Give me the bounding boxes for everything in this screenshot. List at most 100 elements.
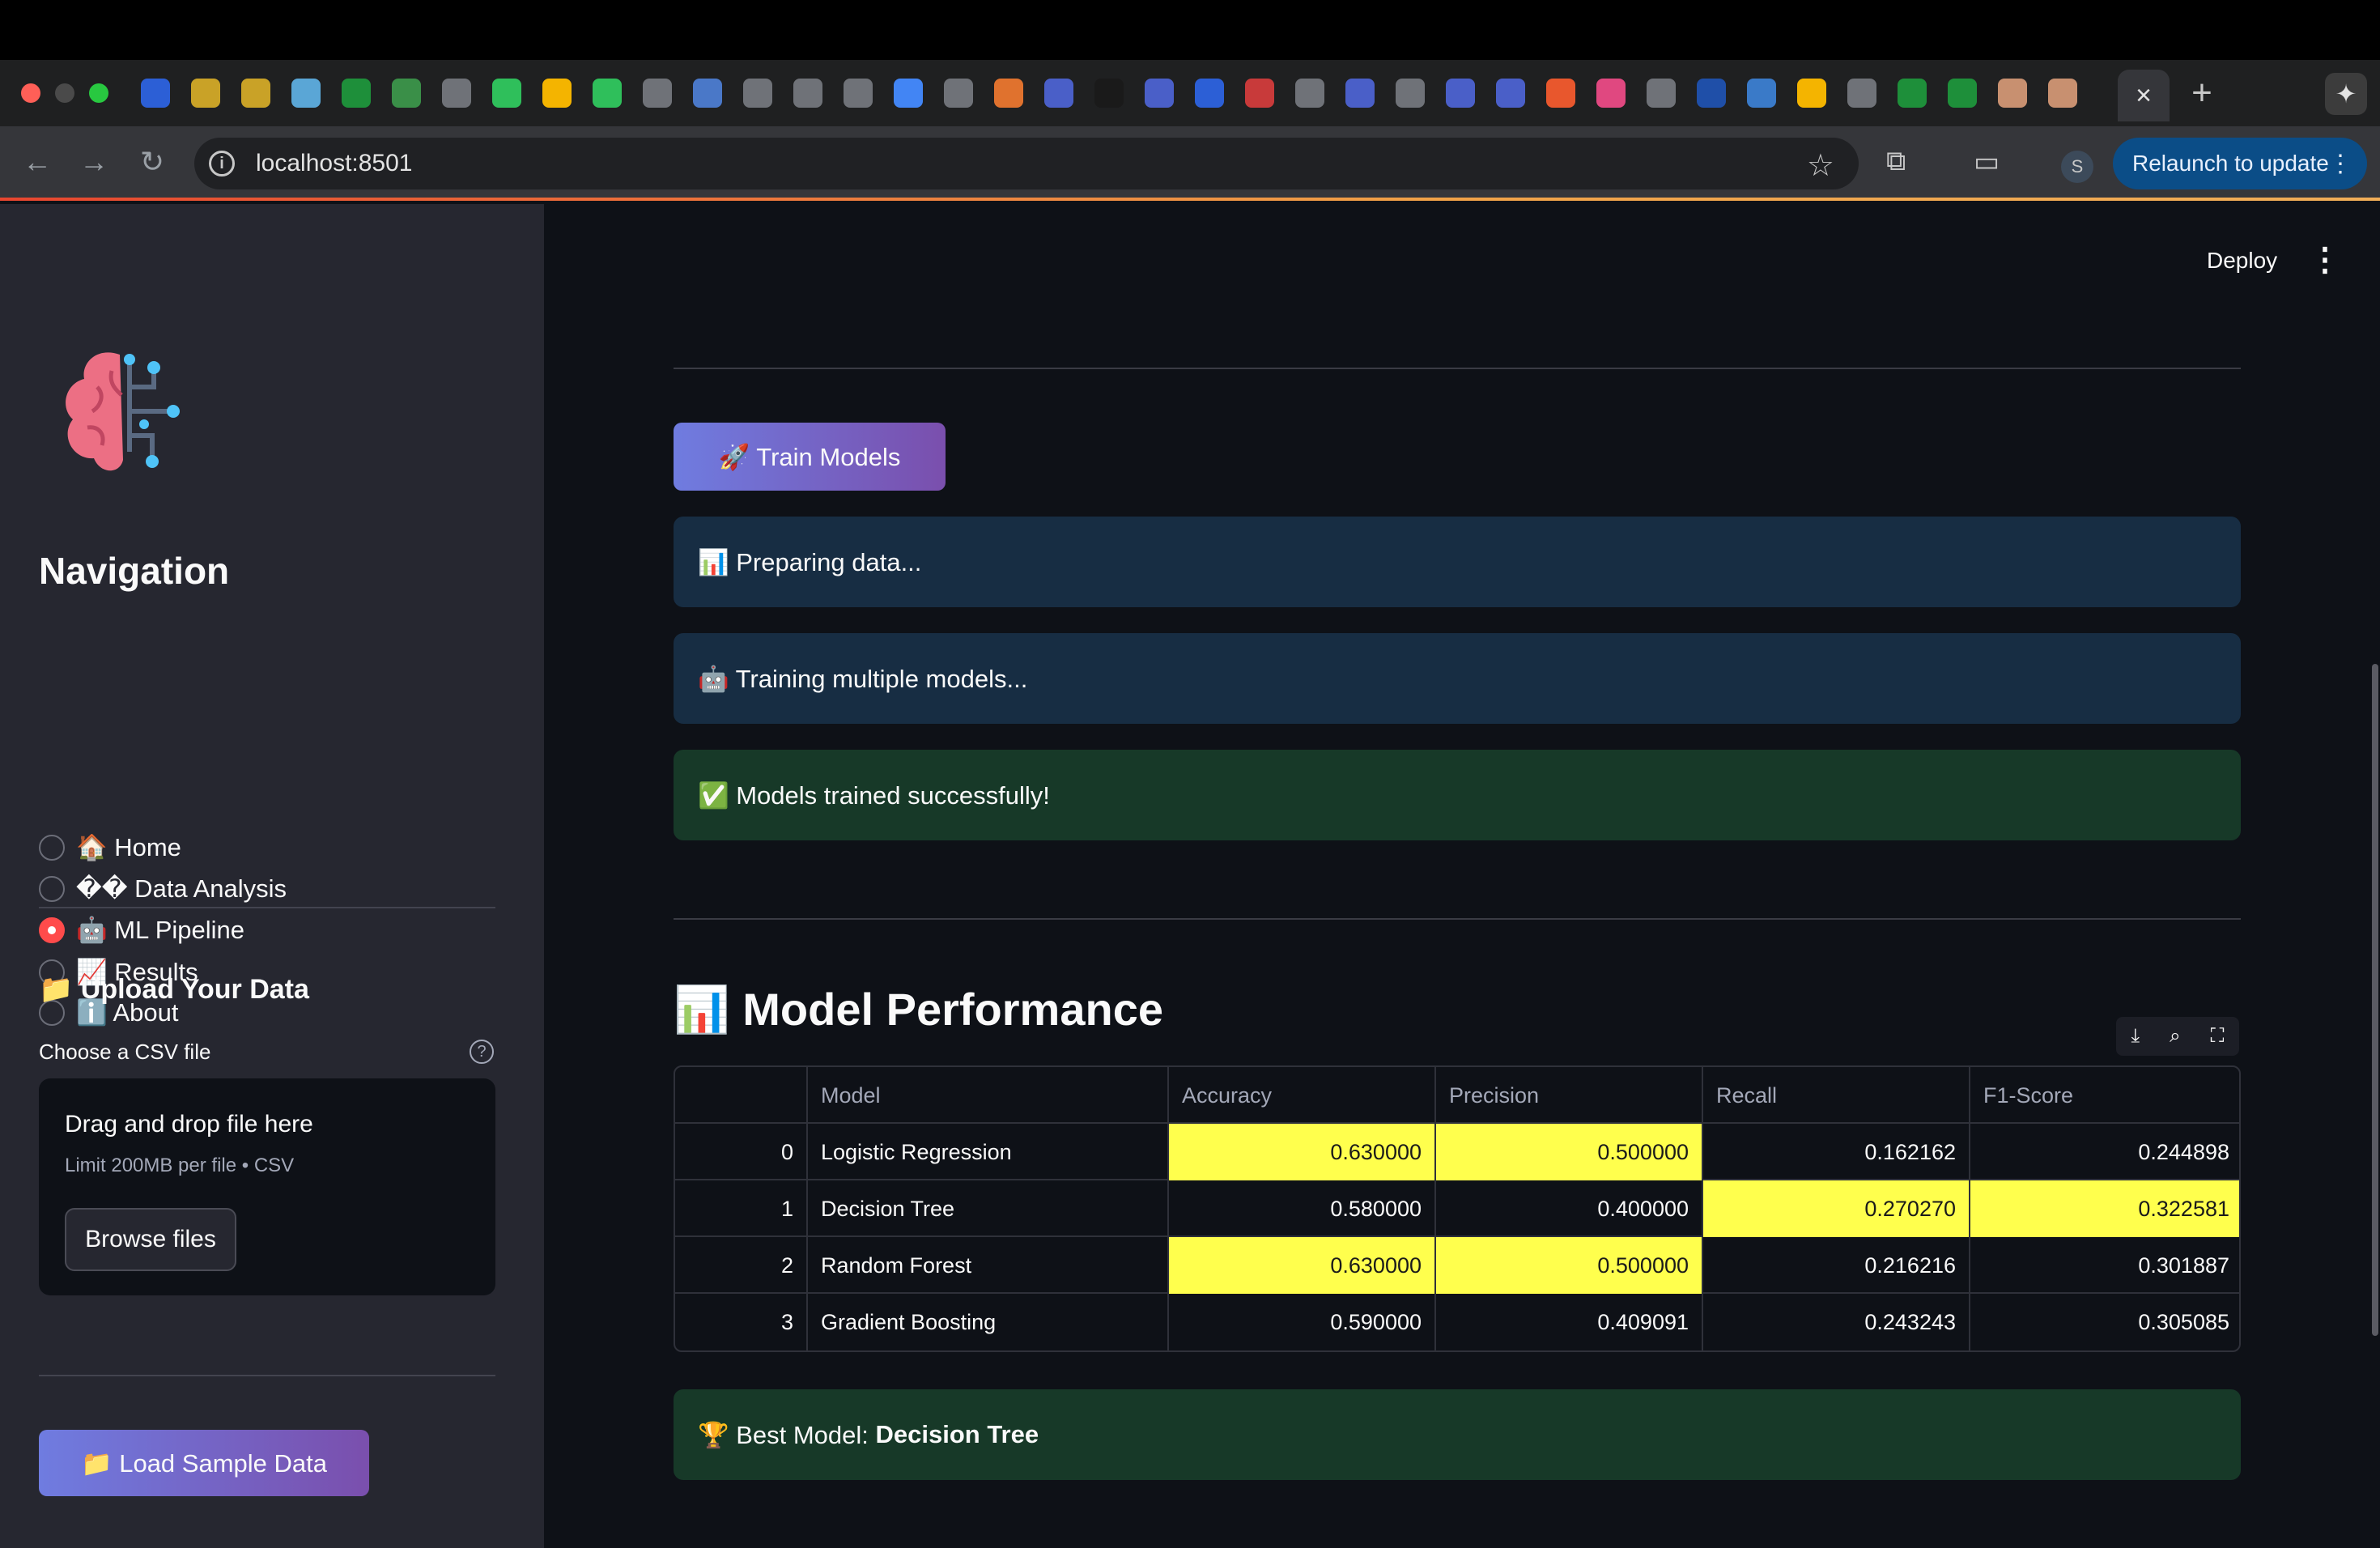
load-sample-data-button[interactable]: 📁 Load Sample Data <box>39 1430 369 1496</box>
tab-favicon-icon[interactable] <box>1145 79 1174 108</box>
browse-files-button[interactable]: Browse files <box>65 1208 236 1271</box>
tab-favicon-icon[interactable] <box>1596 79 1626 108</box>
tab-favicon-icon[interactable] <box>1245 79 1274 108</box>
nav-radio-option[interactable]: �� Data Analysis <box>39 874 287 904</box>
tab-favicon-icon[interactable] <box>743 79 772 108</box>
metric-cell[interactable]: 0.322581 <box>1970 1180 2239 1237</box>
tab-favicon-icon[interactable] <box>1396 79 1425 108</box>
tab-favicon-icon[interactable] <box>894 79 923 108</box>
profile-avatar[interactable]: S <box>2061 151 2093 183</box>
metric-cell[interactable]: 0.162162 <box>1703 1124 1970 1180</box>
reload-icon[interactable]: ↻ <box>133 142 172 181</box>
tab-search-icon[interactable]: ▭ <box>1974 146 2000 178</box>
tab-favicon-icon[interactable] <box>442 79 471 108</box>
model-name-cell[interactable]: Decision Tree <box>808 1180 1169 1237</box>
tab-favicon-icon[interactable] <box>844 79 873 108</box>
help-question-icon[interactable]: ? <box>470 1040 494 1064</box>
scrollbar-thumb[interactable] <box>2372 664 2378 1336</box>
download-icon[interactable]: ⤓ <box>2131 1025 2140 1048</box>
nav-radio-option[interactable]: 🤖 ML Pipeline <box>39 915 244 945</box>
gemini-sparkle-icon[interactable]: ✦ <box>2325 73 2367 115</box>
table-row[interactable]: 1 Decision Tree 0.580000 0.400000 0.270270 0.… <box>675 1180 2239 1237</box>
tab-favicon-icon[interactable] <box>1295 79 1324 108</box>
metric-cell[interactable]: 0.580000 <box>1169 1180 1436 1237</box>
column-header[interactable]: F1-Score <box>1970 1067 2239 1124</box>
tab-favicon-icon[interactable] <box>1647 79 1676 108</box>
minimize-window-button[interactable] <box>55 83 74 103</box>
active-tab-close-icon[interactable]: × <box>2118 70 2170 121</box>
tab-favicon-icon[interactable] <box>1898 79 1927 108</box>
tab-favicon-icon[interactable] <box>1345 79 1375 108</box>
metric-cell[interactable]: 0.400000 <box>1436 1180 1703 1237</box>
column-header[interactable]: Model <box>808 1067 1169 1124</box>
new-tab-button[interactable]: + <box>2186 73 2218 113</box>
tab-favicon-icon[interactable] <box>593 79 622 108</box>
tab-favicon-icon[interactable] <box>392 79 421 108</box>
metric-cell[interactable]: 0.590000 <box>1169 1294 1436 1350</box>
tab-favicon-icon[interactable] <box>1948 79 1977 108</box>
row-index-cell[interactable]: 2 <box>675 1237 808 1294</box>
tab-favicon-icon[interactable] <box>693 79 722 108</box>
row-index-cell[interactable]: 1 <box>675 1180 808 1237</box>
metric-cell[interactable]: 0.244898 <box>1970 1124 2239 1180</box>
tab-favicon-icon[interactable] <box>1094 79 1124 108</box>
tab-favicon-icon[interactable] <box>994 79 1023 108</box>
column-header[interactable] <box>675 1067 808 1124</box>
tab-favicon-icon[interactable] <box>944 79 973 108</box>
back-arrow-icon[interactable]: ← <box>18 142 57 181</box>
bookmark-star-icon[interactable]: ☆ <box>1807 147 1834 184</box>
close-window-button[interactable] <box>21 83 40 103</box>
train-models-button[interactable]: 🚀 Train Models <box>674 423 946 491</box>
model-name-cell[interactable]: Gradient Boosting <box>808 1294 1169 1350</box>
table-row[interactable]: 2 Random Forest 0.630000 0.500000 0.216216 0.… <box>675 1237 2239 1294</box>
tab-favicon-icon[interactable] <box>241 79 270 108</box>
tab-favicon-icon[interactable] <box>2048 79 2077 108</box>
tab-favicon-icon[interactable] <box>793 79 822 108</box>
forward-arrow-icon[interactable]: → <box>74 142 113 181</box>
radio-button[interactable] <box>39 876 65 902</box>
metric-cell[interactable]: 0.301887 <box>1970 1237 2239 1294</box>
relaunch-button[interactable]: Relaunch to update ⋮ <box>2113 138 2367 189</box>
extensions-puzzle-icon[interactable]: ⧉ <box>1886 146 1906 177</box>
column-header[interactable]: Recall <box>1703 1067 1970 1124</box>
search-icon[interactable]: ⌕ <box>2170 1025 2180 1048</box>
tab-favicon-icon[interactable] <box>542 79 572 108</box>
site-info-icon[interactable]: i <box>209 151 235 176</box>
address-bar[interactable]: i localhost:8501 ☆ <box>194 138 1859 189</box>
tab-favicon-icon[interactable] <box>1697 79 1726 108</box>
zoom-window-button[interactable] <box>89 83 108 103</box>
tab-favicon-icon[interactable] <box>1496 79 1525 108</box>
main-menu-icon[interactable]: ⋮ <box>2309 241 2341 279</box>
tab-favicon-icon[interactable] <box>141 79 170 108</box>
metric-cell[interactable]: 0.270270 <box>1703 1180 1970 1237</box>
metric-cell[interactable]: 0.630000 <box>1169 1237 1436 1294</box>
tab-favicon-icon[interactable] <box>1847 79 1876 108</box>
tab-favicon-icon[interactable] <box>1747 79 1776 108</box>
fullscreen-icon[interactable]: ⛶ <box>2211 1025 2225 1048</box>
tab-favicon-icon[interactable] <box>1044 79 1073 108</box>
metric-cell[interactable]: 0.243243 <box>1703 1294 1970 1350</box>
model-name-cell[interactable]: Random Forest <box>808 1237 1169 1294</box>
tab-favicon-icon[interactable] <box>291 79 321 108</box>
tab-favicon-icon[interactable] <box>191 79 220 108</box>
row-index-cell[interactable]: 3 <box>675 1294 808 1350</box>
metric-cell[interactable]: 0.409091 <box>1436 1294 1703 1350</box>
column-header[interactable]: Accuracy <box>1169 1067 1436 1124</box>
file-dropzone[interactable]: Drag and drop file here Limit 200MB per … <box>39 1078 495 1295</box>
tab-favicon-icon[interactable] <box>643 79 672 108</box>
radio-button[interactable] <box>39 834 65 861</box>
deploy-button[interactable]: Deploy <box>2207 248 2277 274</box>
tab-favicon-icon[interactable] <box>1797 79 1826 108</box>
model-performance-table[interactable]: Model Accuracy Precision Recall F1-Score 0 Log… <box>674 1065 2241 1352</box>
metric-cell[interactable]: 0.500000 <box>1436 1237 1703 1294</box>
column-header[interactable]: Precision <box>1436 1067 1703 1124</box>
metric-cell[interactable]: 0.216216 <box>1703 1237 1970 1294</box>
metric-cell[interactable]: 0.305085 <box>1970 1294 2239 1350</box>
row-index-cell[interactable]: 0 <box>675 1124 808 1180</box>
metric-cell[interactable]: 0.630000 <box>1169 1124 1436 1180</box>
radio-button[interactable] <box>39 916 65 943</box>
table-row[interactable]: 0 Logistic Regression 0.630000 0.500000 0.16… <box>675 1124 2239 1180</box>
nav-radio-option[interactable]: 🏠 Home <box>39 832 181 862</box>
tab-favicon-icon[interactable] <box>1998 79 2027 108</box>
table-row[interactable]: 3 Gradient Boosting 0.590000 0.409091 0.2432… <box>675 1294 2239 1350</box>
